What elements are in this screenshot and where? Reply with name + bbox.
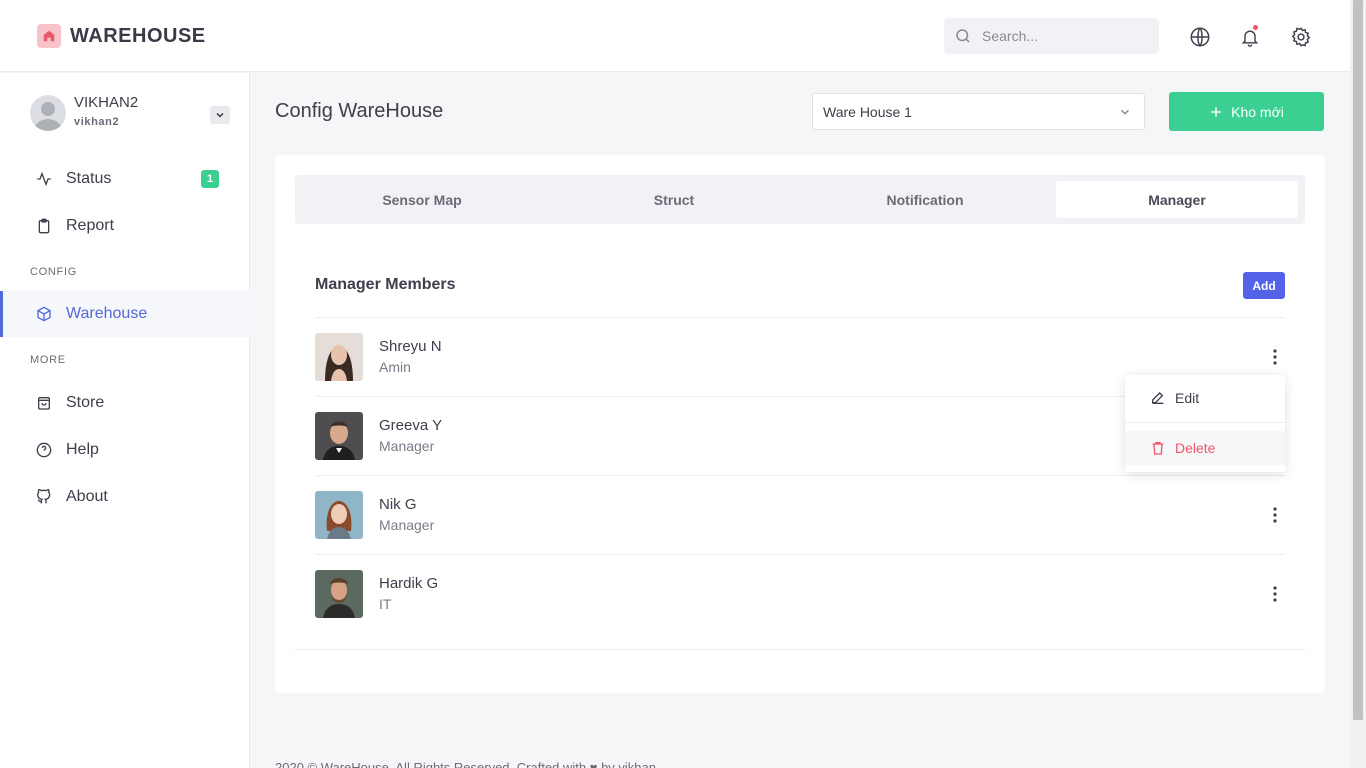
section-label-config: CONFIG: [30, 266, 77, 278]
member-role: Manager: [379, 438, 435, 454]
shopping-bag-icon: [36, 395, 52, 411]
sidebar-item-label: Warehouse: [66, 305, 148, 322]
sidebar-item-report[interactable]: Report: [0, 203, 250, 249]
member-name: Hardik G: [379, 575, 439, 592]
member-row: Hardik G IT: [315, 570, 1285, 649]
sidebar: VIKHAN2 vikhan2 Status 1 Report CONFIG W…: [0, 73, 250, 768]
scrollbar-thumb[interactable]: [1353, 0, 1363, 720]
notification-dot: [1253, 25, 1258, 30]
divider: [315, 317, 1285, 318]
more-vertical-icon[interactable]: [1265, 584, 1285, 604]
avatar: [315, 412, 363, 460]
new-warehouse-button[interactable]: Kho mới: [1169, 92, 1324, 131]
help-circle-icon: [36, 442, 52, 458]
sidebar-item-about[interactable]: About: [0, 474, 250, 520]
user-name: VIKHAN2: [74, 94, 139, 111]
section-label-more: MORE: [30, 354, 66, 366]
user-username: vikhan2: [74, 116, 120, 128]
avatar: [315, 570, 363, 618]
search-box: [944, 18, 1159, 54]
divider: [315, 475, 1285, 476]
clipboard-icon: [36, 218, 52, 234]
section-title: Manager Members: [315, 276, 456, 293]
avatar: [30, 95, 66, 131]
add-member-button[interactable]: Add: [1243, 272, 1285, 299]
sidebar-item-warehouse[interactable]: Warehouse: [0, 291, 250, 337]
divider: [295, 649, 1305, 650]
tab-manager[interactable]: Manager: [1056, 181, 1298, 218]
sidebar-item-help[interactable]: Help: [0, 427, 250, 473]
edit-icon: [1152, 392, 1164, 404]
logo-text: WAREHOUSE: [70, 24, 206, 47]
member-name: Shreyu N: [379, 338, 442, 355]
divider: [315, 554, 1285, 555]
member-role: Amin: [379, 359, 411, 375]
sidebar-item-status[interactable]: Status 1: [0, 156, 250, 202]
member-role: Manager: [379, 517, 435, 533]
edit-menu-item[interactable]: Edit: [1125, 381, 1285, 415]
avatar: [315, 491, 363, 539]
warehouse-select[interactable]: Ware House 1: [812, 93, 1145, 130]
home-icon: [37, 24, 61, 48]
gear-icon[interactable]: [1289, 25, 1313, 49]
edit-label: Edit: [1175, 390, 1200, 406]
plus-icon: [1211, 106, 1221, 117]
sidebar-item-label: About: [66, 488, 108, 505]
delete-label: Delete: [1175, 440, 1216, 456]
status-badge: 1: [201, 170, 219, 188]
logo[interactable]: WAREHOUSE: [37, 24, 206, 48]
chevron-down-icon[interactable]: [210, 106, 230, 124]
tab-sensor-map[interactable]: Sensor Map: [301, 181, 543, 218]
page-scrollbar[interactable]: [1350, 0, 1366, 768]
new-warehouse-label: Kho mới: [1231, 103, 1284, 120]
trash-icon: [1152, 442, 1164, 455]
sidebar-item-store[interactable]: Store: [0, 380, 250, 426]
activity-icon: [36, 171, 52, 187]
sidebar-item-label: Store: [66, 394, 105, 411]
globe-icon[interactable]: [1188, 25, 1212, 49]
member-row: Nik G Manager: [315, 491, 1285, 570]
more-vertical-icon[interactable]: [1265, 347, 1285, 367]
chevron-down-icon: [1118, 105, 1132, 122]
page-title: Config WareHouse: [275, 100, 444, 122]
divider: [1125, 422, 1285, 423]
bell-icon[interactable]: [1238, 25, 1262, 49]
tab-struct[interactable]: Struct: [553, 181, 795, 218]
sidebar-item-label: Report: [66, 217, 115, 234]
tab-notification[interactable]: Notification: [804, 181, 1046, 218]
sidebar-item-label: Help: [66, 441, 99, 458]
more-vertical-icon[interactable]: [1265, 505, 1285, 525]
github-icon: [36, 489, 52, 505]
avatar: [315, 333, 363, 381]
member-name: Greeva Y: [379, 417, 443, 434]
member-name: Nik G: [379, 496, 417, 513]
user-profile[interactable]: VIKHAN2 vikhan2: [30, 93, 230, 133]
delete-menu-item[interactable]: Delete: [1125, 431, 1285, 465]
warehouse-select-value: Ware House 1: [823, 103, 912, 120]
tab-bar: Sensor Map Struct Notification Manager: [295, 175, 1305, 224]
topbar: WAREHOUSE: [0, 0, 1350, 72]
sidebar-item-label: Status: [66, 170, 112, 187]
member-role: IT: [379, 596, 392, 612]
search-input[interactable]: [982, 28, 1142, 44]
member-actions-menu: Edit Delete: [1125, 375, 1285, 472]
search-icon: [956, 29, 970, 43]
footer-text: 2020 © WareHouse. All Rights Reserved. C…: [275, 760, 656, 768]
box-icon: [36, 306, 52, 322]
